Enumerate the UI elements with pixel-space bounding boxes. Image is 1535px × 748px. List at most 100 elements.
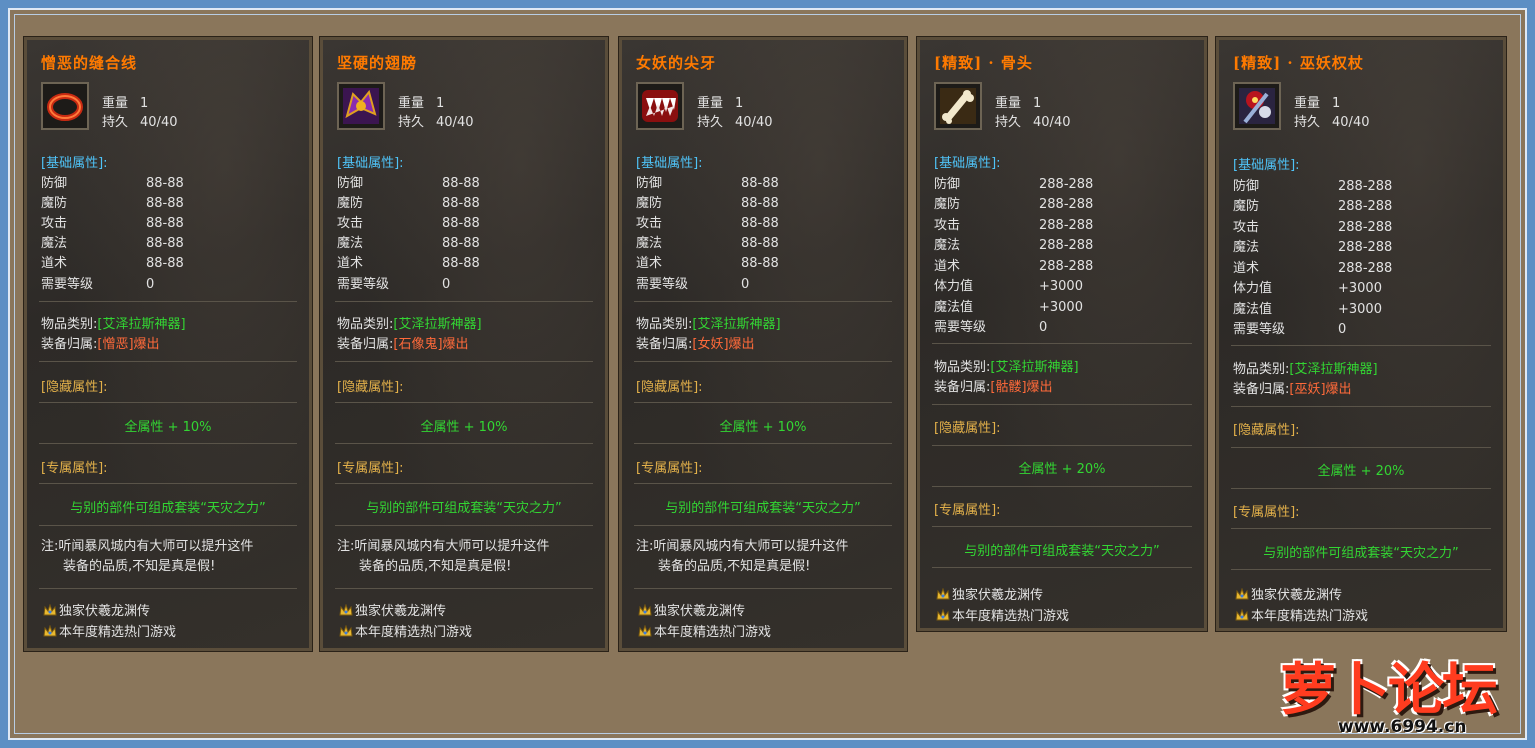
exclusive-attr-value: 与别的部件可组成套装“天灾之力” bbox=[366, 501, 562, 516]
weight-line: 重量 1 bbox=[697, 96, 744, 111]
watermark-text: 萝卜论坛 bbox=[1280, 658, 1498, 723]
ad-line-2[interactable]: 本年度精选热门游戏 bbox=[43, 621, 176, 640]
stat-row: 防御 288-288 bbox=[934, 177, 1094, 192]
ad-line-2[interactable]: 本年度精选热门游戏 bbox=[936, 605, 1069, 624]
item-owner: 装备归属:[骷髅]爆出 bbox=[934, 380, 1053, 395]
ad-line-2[interactable]: 本年度精选热门游戏 bbox=[339, 621, 472, 640]
divider bbox=[39, 443, 297, 444]
item-title: 憎恶的缝合线 bbox=[41, 54, 138, 72]
divider bbox=[335, 402, 593, 403]
bone-icon bbox=[934, 82, 982, 130]
exclusive-attr-header: [专属属性]: bbox=[636, 461, 703, 476]
crown-icon bbox=[936, 609, 950, 621]
stat-row: 防御 88-88 bbox=[636, 176, 779, 191]
durability-line: 持久 40/40 bbox=[1294, 115, 1370, 130]
divider bbox=[335, 525, 593, 526]
divider bbox=[932, 567, 1192, 568]
item-note: 注:听闻暴风城内有大师可以提升这件 装备的品质,不知是真是假! bbox=[41, 539, 254, 574]
item-type: 物品类别:[艾泽拉斯神器] bbox=[934, 360, 1079, 375]
durability-line: 持久 40/40 bbox=[102, 115, 178, 130]
ad-line-1[interactable]: 独家伏羲龙渊传 bbox=[43, 600, 150, 619]
stat-row: 道术 288-288 bbox=[934, 259, 1094, 274]
crown-icon bbox=[1235, 609, 1249, 621]
stat-row: 魔法值 +3000 bbox=[934, 300, 1083, 315]
hidden-attr-header: [隐藏属性]: bbox=[337, 380, 404, 395]
item-tooltip-4: [精致] · 骨头 重量 1 持久 40/40 [基础属性]: 防御 288-288 … bbox=[916, 36, 1208, 632]
item-note: 注:听闻暴风城内有大师可以提升这件 装备的品质,不知是真是假! bbox=[337, 539, 550, 574]
divider bbox=[634, 525, 892, 526]
divider bbox=[335, 588, 593, 589]
ad-line-2[interactable]: 本年度精选热门游戏 bbox=[638, 621, 771, 640]
divider bbox=[1231, 528, 1491, 529]
divider bbox=[335, 361, 593, 362]
divider bbox=[1231, 406, 1491, 407]
durability-line: 持久 40/40 bbox=[398, 115, 474, 130]
stat-row: 攻击 288-288 bbox=[934, 218, 1094, 233]
item-tooltip-2: 坚硬的翅膀 重量 1 持久 40/40 [基础属性]: 防御 88-88 魔防 88-8… bbox=[319, 36, 609, 652]
divider bbox=[634, 443, 892, 444]
stat-row: 防御 288-288 bbox=[1233, 179, 1393, 194]
exclusive-attr-value: 与别的部件可组成套装“天灾之力” bbox=[70, 501, 266, 516]
crown-icon bbox=[339, 604, 353, 616]
item-title: 女妖的尖牙 bbox=[636, 54, 717, 72]
stat-row: 魔法值 +3000 bbox=[1233, 302, 1382, 317]
item-title: 坚硬的翅膀 bbox=[337, 54, 418, 72]
weight-line: 重量 1 bbox=[1294, 96, 1341, 111]
divider bbox=[1231, 447, 1491, 448]
hidden-attr-value: 全属性 + 10% bbox=[124, 420, 212, 435]
exclusive-attr-header: [专属属性]: bbox=[1233, 505, 1300, 520]
base-attr-header: [基础属性]: bbox=[934, 156, 1001, 171]
base-attr-header: [基础属性]: bbox=[1233, 158, 1300, 173]
crown-icon bbox=[638, 604, 652, 616]
item-owner: 装备归属:[憎恶]爆出 bbox=[41, 337, 160, 352]
item-owner: 装备归属:[女妖]爆出 bbox=[636, 337, 755, 352]
item-title: [精致] · 骨头 bbox=[934, 54, 1033, 72]
ad-line-1[interactable]: 独家伏羲龙渊传 bbox=[936, 584, 1043, 603]
hidden-attr-value: 全属性 + 20% bbox=[1018, 462, 1106, 477]
durability-line: 持久 40/40 bbox=[995, 115, 1071, 130]
divider bbox=[39, 361, 297, 362]
ad-line-1[interactable]: 独家伏羲龙渊传 bbox=[638, 600, 745, 619]
crown-icon bbox=[638, 625, 652, 637]
item-tooltip-1: 憎恶的缝合线 重量 1 持久 40/40 [基础属性]: 防御 88-88 魔防 88-… bbox=[23, 36, 313, 652]
stat-row: 需要等级 0 bbox=[41, 277, 155, 292]
stat-row: 魔防 288-288 bbox=[934, 197, 1094, 212]
stat-row: 道术 88-88 bbox=[636, 256, 779, 271]
crown-icon bbox=[936, 588, 950, 600]
divider bbox=[634, 301, 892, 302]
divider bbox=[1231, 488, 1491, 489]
divider bbox=[634, 361, 892, 362]
hidden-attr-value: 全属性 + 10% bbox=[420, 420, 508, 435]
weight-line: 重量 1 bbox=[102, 96, 149, 111]
lich-staff-icon bbox=[1233, 82, 1281, 130]
divider bbox=[1231, 569, 1491, 570]
stat-row: 魔法 88-88 bbox=[41, 236, 184, 251]
item-tooltip-5: [精致] · 巫妖权杖 重量 1 持久 40/40 [基础属性]: 防御 288-28… bbox=[1215, 36, 1507, 632]
stat-row: 防御 88-88 bbox=[337, 176, 480, 191]
stat-row: 魔法 88-88 bbox=[337, 236, 480, 251]
stat-row: 道术 88-88 bbox=[41, 256, 184, 271]
base-attr-header: [基础属性]: bbox=[41, 156, 108, 171]
crown-icon bbox=[43, 604, 57, 616]
stat-row: 道术 288-288 bbox=[1233, 261, 1393, 276]
ad-line-1[interactable]: 独家伏羲龙渊传 bbox=[1235, 584, 1342, 603]
stat-row: 需要等级 0 bbox=[1233, 322, 1347, 337]
stat-row: 道术 88-88 bbox=[337, 256, 480, 271]
stat-row: 攻击 88-88 bbox=[41, 216, 184, 231]
stat-row: 需要等级 0 bbox=[934, 320, 1048, 335]
divider bbox=[39, 588, 297, 589]
ad-line-1[interactable]: 独家伏羲龙渊传 bbox=[339, 600, 446, 619]
exclusive-attr-value: 与别的部件可组成套装“天灾之力” bbox=[665, 501, 861, 516]
exclusive-attr-header: [专属属性]: bbox=[337, 461, 404, 476]
divider bbox=[39, 483, 297, 484]
item-tooltip-3: 女妖的尖牙 重量 1 持久 40/40 [基础属性]: 防御 88-88 魔防 88-8… bbox=[618, 36, 908, 652]
red-ring-icon bbox=[41, 82, 89, 130]
stat-row: 攻击 88-88 bbox=[337, 216, 480, 231]
stat-row: 攻击 88-88 bbox=[636, 216, 779, 231]
stat-row: 攻击 288-288 bbox=[1233, 220, 1393, 235]
ad-line-2[interactable]: 本年度精选热门游戏 bbox=[1235, 605, 1368, 624]
hidden-attr-header: [隐藏属性]: bbox=[636, 380, 703, 395]
item-type: 物品类别:[艾泽拉斯神器] bbox=[41, 317, 186, 332]
divider bbox=[1231, 345, 1491, 346]
fang-icon bbox=[636, 82, 684, 130]
